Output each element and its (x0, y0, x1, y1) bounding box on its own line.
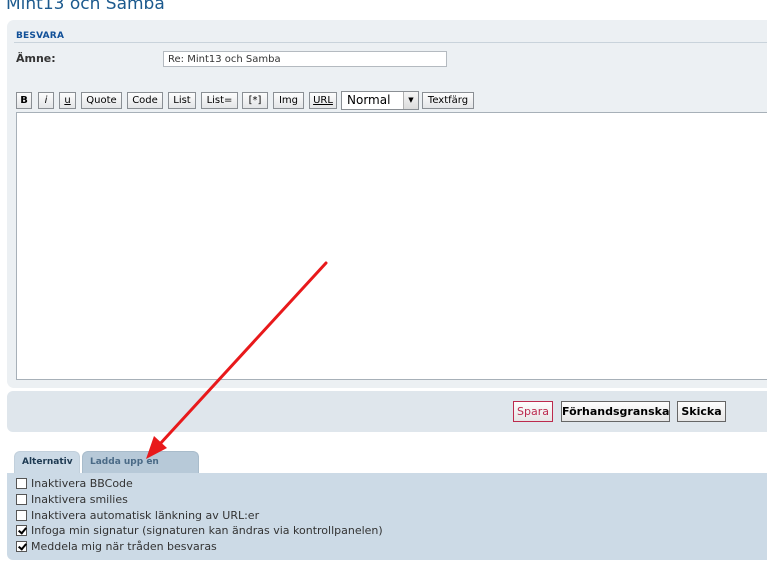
send-button[interactable]: Skicka (677, 401, 726, 422)
panel-header: BESVARA (16, 31, 65, 41)
panel-divider (14, 42, 767, 43)
font-size-value: Normal (347, 93, 391, 107)
tab-upload-attachment[interactable]: Ladda upp en bilaga (82, 451, 199, 487)
options-panel: Inaktivera BBCode Inaktivera smilies Ina… (7, 473, 767, 560)
font-size-select[interactable]: Normal ▼ (341, 91, 419, 110)
option-disable-bbcode[interactable]: Inaktivera BBCode (16, 476, 133, 490)
checkbox[interactable] (16, 493, 27, 505)
option-label: Infoga min signatur (signaturen kan ändr… (31, 523, 383, 537)
subject-input[interactable] (163, 51, 447, 67)
list-button[interactable]: List (168, 92, 196, 109)
option-label: Meddela mig när tråden besvaras (31, 539, 217, 553)
save-button[interactable]: Spara (513, 401, 553, 422)
option-disable-smilies[interactable]: Inaktivera smilies (16, 492, 128, 506)
checkbox[interactable] (16, 509, 27, 521)
message-textarea[interactable] (16, 112, 767, 380)
checkbox-checked[interactable] (16, 524, 27, 536)
preview-button[interactable]: Förhandsgranska (561, 401, 670, 422)
italic-button[interactable]: i (38, 92, 54, 109)
submit-bar: Spara Förhandsgranska Skicka (7, 391, 767, 432)
option-attach-signature[interactable]: Infoga min signatur (signaturen kan ändr… (16, 523, 383, 537)
checkbox[interactable] (16, 477, 27, 489)
topic-title[interactable]: Mint13 och Samba (6, 0, 165, 14)
checkbox-checked[interactable] (16, 540, 27, 552)
reply-panel: BESVARA Ämne: B i u Quote Code List List… (7, 20, 767, 388)
tab-options[interactable]: Alternativ (14, 451, 80, 473)
text-color-button[interactable]: Textfärg (422, 92, 474, 109)
dropdown-arrow-icon: ▼ (403, 92, 418, 109)
option-label: Inaktivera automatisk länkning av URL:er (31, 508, 260, 522)
quote-button[interactable]: Quote (81, 92, 122, 109)
option-notify-reply[interactable]: Meddela mig när tråden besvaras (16, 539, 217, 553)
option-disable-magic-url[interactable]: Inaktivera automatisk länkning av URL:er (16, 508, 259, 522)
bold-button[interactable]: B (16, 92, 32, 109)
underline-button[interactable]: u (59, 92, 76, 109)
url-button[interactable]: URL (309, 92, 337, 109)
img-button[interactable]: Img (273, 92, 304, 109)
option-label: Inaktivera BBCode (31, 476, 133, 490)
option-label: Inaktivera smilies (31, 492, 128, 506)
code-button[interactable]: Code (127, 92, 163, 109)
list-item-button[interactable]: [*] (242, 92, 268, 109)
subject-label: Ämne: (16, 52, 56, 65)
ordered-list-button[interactable]: List= (201, 92, 238, 109)
